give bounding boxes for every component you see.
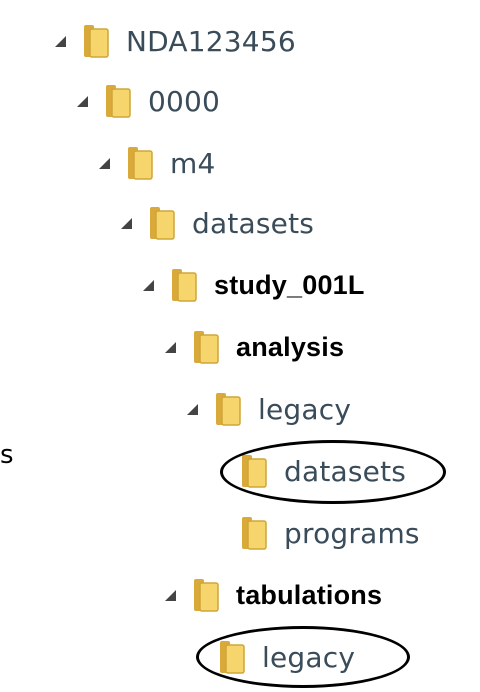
folder-icon	[216, 393, 241, 426]
tree-item-programs[interactable]: programs	[240, 508, 420, 558]
folder-icon	[194, 331, 219, 364]
tree-item-legacy[interactable]: legacy	[184, 384, 351, 434]
folder-icon	[128, 147, 153, 180]
expanded-arrow-icon[interactable]	[184, 401, 200, 417]
tree-item-label: datasets	[192, 206, 315, 240]
folder-icon	[242, 455, 267, 488]
expanded-arrow-icon[interactable]	[140, 277, 156, 293]
tree-item-label: analysis	[236, 331, 345, 362]
tree-item-analysis[interactable]: analysis	[162, 322, 344, 372]
expanded-arrow-icon[interactable]	[118, 215, 134, 231]
folder-icon	[172, 269, 197, 302]
tree-item-label: NDA123456	[126, 24, 296, 58]
tree-item-datasets-leaf[interactable]: datasets	[240, 446, 406, 496]
tree-item-legacy-leaf[interactable]: legacy	[218, 632, 355, 682]
expanded-arrow-icon[interactable]	[74, 93, 90, 109]
tree-item-label: datasets	[284, 454, 407, 488]
folder-icon	[194, 579, 219, 612]
folder-icon	[106, 85, 131, 118]
tree-item-m4[interactable]: m4	[96, 138, 216, 188]
tree-item-study-001l[interactable]: study_001L	[140, 260, 365, 310]
folder-icon	[84, 25, 109, 58]
tree-item-label: m4	[170, 146, 216, 180]
tree-item-tabulations[interactable]: tabulations	[162, 570, 382, 620]
tree-item-label: legacy	[258, 392, 352, 426]
tree-item-nda123456[interactable]: NDA123456	[52, 16, 296, 66]
expanded-arrow-icon[interactable]	[96, 155, 112, 171]
cut-off-text: s	[0, 440, 14, 470]
folder-icon	[150, 207, 175, 240]
tree-item-label: programs	[284, 516, 420, 550]
tree-item-label: legacy	[262, 640, 356, 674]
tree-item-label: tabulations	[236, 579, 383, 610]
tree-item-label: study_001L	[214, 269, 365, 300]
expanded-arrow-icon[interactable]	[162, 587, 178, 603]
tree-item-0000[interactable]: 0000	[74, 76, 220, 126]
folder-icon	[220, 641, 245, 674]
folder-icon	[242, 517, 267, 550]
tree-item-label: 0000	[148, 84, 221, 118]
expanded-arrow-icon[interactable]	[162, 339, 178, 355]
expanded-arrow-icon[interactable]	[52, 33, 68, 49]
tree-item-datasets[interactable]: datasets	[118, 198, 314, 248]
